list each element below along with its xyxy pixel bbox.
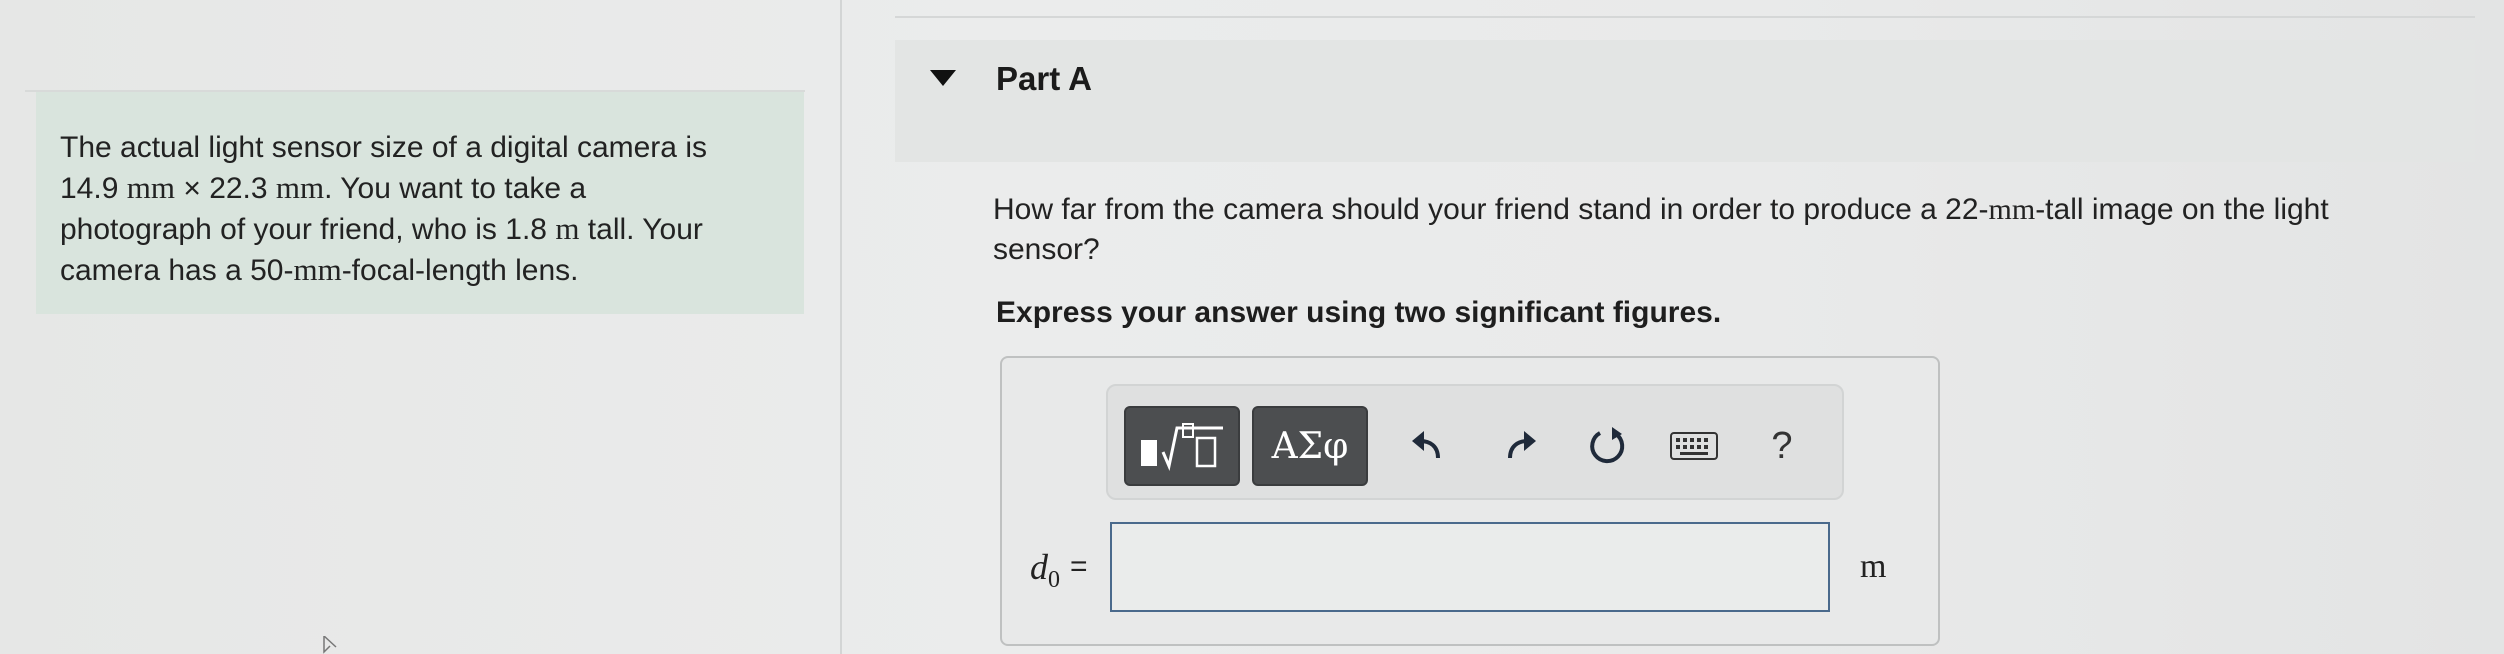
problem-statement-box: The actual light sensor size of a digita…	[36, 92, 804, 314]
part-title[interactable]: Part A	[996, 60, 1092, 98]
math-toolbar: ΑΣφ ?	[1106, 384, 1844, 500]
part-header[interactable]	[895, 40, 2475, 162]
problem-text: The actual light sensor size of a digita…	[60, 131, 707, 287]
mouse-cursor-icon	[323, 636, 337, 654]
answer-input[interactable]	[1110, 522, 1830, 612]
answer-variable-label: d0	[1030, 547, 1060, 594]
page: The actual light sensor size of a digita…	[0, 0, 2504, 654]
answer-unit: m	[1860, 548, 1887, 585]
problem-column: The actual light sensor size of a digita…	[0, 0, 845, 654]
templates-icon	[1141, 423, 1223, 471]
divider	[895, 16, 2475, 18]
question-text: How far from the camera should your frie…	[993, 193, 2329, 266]
answer-instruction: Express your answer using two significan…	[996, 296, 1722, 329]
undo-icon[interactable]	[1398, 416, 1458, 476]
column-divider	[840, 0, 842, 654]
redo-icon[interactable]	[1490, 416, 1550, 476]
reset-icon[interactable]	[1578, 416, 1638, 476]
greek-symbols-button[interactable]: ΑΣφ	[1252, 406, 1368, 486]
templates-button[interactable]	[1124, 406, 1240, 486]
collapse-caret-icon[interactable]	[930, 70, 956, 86]
keyboard-icon[interactable]	[1664, 416, 1724, 476]
equals-sign: =	[1070, 550, 1088, 583]
help-button[interactable]: ?	[1752, 416, 1812, 476]
